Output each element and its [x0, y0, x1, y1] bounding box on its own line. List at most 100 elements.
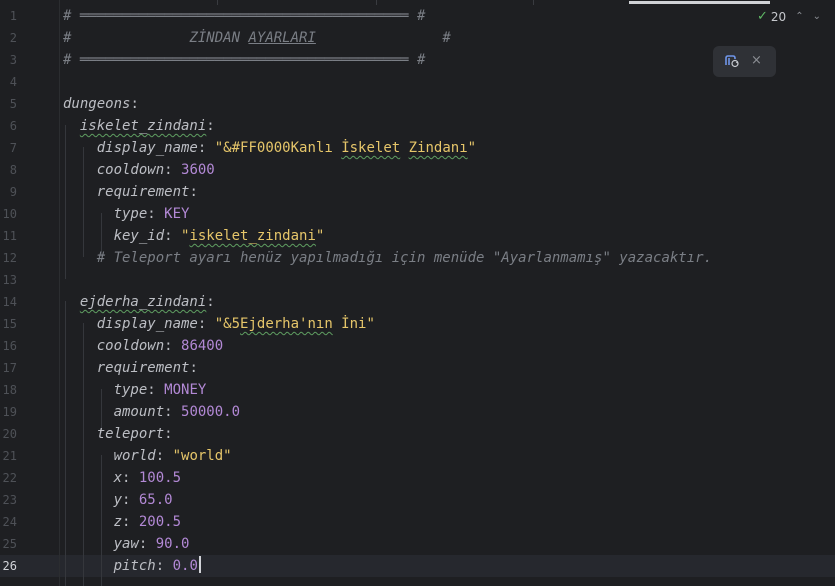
- active-tab-indicator[interactable]: [629, 1, 770, 4]
- code-line-25[interactable]: yaw: 90.0: [63, 533, 190, 555]
- chevron-down-icon[interactable]: ⌄: [813, 11, 821, 22]
- line-number-gutter[interactable]: 1 2 3 4 5 6 7 8 9 10 11 12 13 14 15 16 17 18 19 20 21 22 23 24 2…: [0, 0, 58, 586]
- line-number[interactable]: 19: [0, 401, 17, 423]
- code-line-6[interactable]: iskelet_zindani:: [63, 115, 215, 137]
- inspection-widget[interactable]: ✓ 20 ⌃ ⌄: [757, 9, 821, 24]
- line-number[interactable]: 3: [0, 49, 17, 71]
- tab-separator: [533, 0, 534, 5]
- text-cursor: [198, 556, 201, 573]
- line-number[interactable]: 21: [0, 445, 17, 467]
- line-number[interactable]: 18: [0, 379, 17, 401]
- inspection-count: 20: [770, 9, 787, 24]
- yaml-key: teleport: [96, 426, 165, 442]
- yaml-colon: :: [206, 294, 215, 310]
- yaml-colon: :: [147, 382, 165, 398]
- line-number[interactable]: 2: [0, 27, 17, 49]
- code-line-18[interactable]: type: MONEY: [63, 379, 207, 401]
- line-number[interactable]: 12: [0, 247, 17, 269]
- number-value: 65.0: [138, 492, 173, 508]
- code-line-3[interactable]: # ══════════════════════════════════════…: [63, 49, 425, 71]
- number-value: 50000.0: [181, 404, 241, 420]
- line-number[interactable]: 23: [0, 489, 17, 511]
- line-number[interactable]: 9: [0, 181, 17, 203]
- check-icon: ✓: [757, 9, 768, 24]
- yaml-key: x: [113, 470, 123, 486]
- line-number[interactable]: 17: [0, 357, 17, 379]
- line-number[interactable]: 13: [0, 269, 17, 291]
- string-value: &5: [223, 316, 241, 332]
- number-value: 3600: [181, 162, 215, 178]
- code-line-1[interactable]: # ══════════════════════════════════════…: [63, 5, 425, 27]
- code-line-26[interactable]: pitch: 0.0: [63, 555, 201, 577]
- yaml-colon: :: [122, 470, 139, 486]
- code-line-16[interactable]: cooldown: 86400: [63, 335, 223, 357]
- yaml-key: pitch: [113, 558, 156, 574]
- yaml-colon: :: [122, 514, 139, 530]
- yaml-colon: :: [206, 118, 215, 134]
- yaml-colon: :: [197, 140, 215, 156]
- string-value: İni: [332, 316, 367, 332]
- string-value: Ejderha'nın: [240, 316, 333, 332]
- refresh-icon[interactable]: [724, 54, 740, 68]
- code-line-11[interactable]: key_id: "iskelet_zindani": [63, 225, 325, 247]
- code-line-14[interactable]: ejderha_zindani:: [63, 291, 215, 313]
- code-line-12[interactable]: # Teleport ayarı henüz yapılmadığı için …: [63, 247, 712, 269]
- line-number[interactable]: 8: [0, 159, 17, 181]
- line-number[interactable]: 14: [0, 291, 17, 313]
- string-value: "world": [172, 448, 232, 464]
- gutter-divider: [59, 0, 60, 586]
- code-line-19[interactable]: amount: 50000.0: [63, 401, 240, 423]
- code-line-24[interactable]: z: 200.5: [63, 511, 181, 533]
- string-value: Kanlı: [290, 140, 342, 156]
- line-number[interactable]: 4: [0, 71, 17, 93]
- yaml-key: key_id: [113, 228, 165, 244]
- code-line-2[interactable]: # ZİNDAN AYARLARI #: [63, 27, 451, 49]
- line-number[interactable]: 24: [0, 511, 17, 533]
- line-number[interactable]: 5: [0, 93, 17, 115]
- string-quote: ": [467, 140, 477, 156]
- code-line-20[interactable]: teleport:: [63, 423, 173, 445]
- code-line-21[interactable]: world: "world": [63, 445, 232, 467]
- yaml-key: display_name: [96, 316, 198, 332]
- line-number[interactable]: 6: [0, 115, 17, 137]
- yaml-key: y: [113, 492, 123, 508]
- line-number[interactable]: 10: [0, 203, 17, 225]
- line-number[interactable]: 20: [0, 423, 17, 445]
- line-number[interactable]: 22: [0, 467, 17, 489]
- code-line-8[interactable]: cooldown: 3600: [63, 159, 215, 181]
- yaml-key: type: [113, 382, 148, 398]
- yaml-key: yaw: [113, 536, 139, 552]
- yaml-key: cooldown: [96, 338, 165, 354]
- comment-title: ZİNDAN: [189, 30, 249, 46]
- yaml-colon: :: [164, 338, 182, 354]
- string-quote: ": [366, 316, 375, 332]
- line-number[interactable]: 25: [0, 533, 17, 555]
- code-line-15[interactable]: display_name: "&5Ejderha'nın İni": [63, 313, 375, 335]
- comment-title: AYARLARI: [248, 30, 316, 46]
- code-line-7[interactable]: display_name: "&#FF0000Kanlı İskelet Zin…: [63, 137, 476, 159]
- line-number[interactable]: 16: [0, 335, 17, 357]
- code-line-17[interactable]: requirement:: [63, 357, 198, 379]
- yaml-colon: :: [147, 206, 165, 222]
- yaml-colon: :: [164, 426, 173, 442]
- number-value: 200.5: [138, 514, 182, 530]
- chevron-up-icon[interactable]: ⌃: [795, 11, 803, 22]
- line-number[interactable]: 11: [0, 225, 17, 247]
- yaml-key: ejderha_zindani: [79, 294, 207, 310]
- line-number[interactable]: 26: [0, 555, 17, 577]
- code-line-23[interactable]: y: 65.0: [63, 489, 173, 511]
- yaml-key: requirement: [96, 360, 190, 376]
- yaml-colon: :: [164, 162, 182, 178]
- yaml-key: iskelet_zindani: [79, 118, 207, 134]
- string-value: İskelet: [341, 140, 401, 156]
- close-icon[interactable]: ×: [751, 53, 762, 68]
- code-line-22[interactable]: x: 100.5: [63, 467, 181, 489]
- line-number[interactable]: 15: [0, 313, 17, 335]
- code-line-5[interactable]: dungeons:: [63, 93, 139, 115]
- line-number[interactable]: 1: [0, 5, 17, 27]
- string-value: iskelet_zindani: [189, 228, 316, 244]
- code-line-10[interactable]: type: KEY: [63, 203, 190, 225]
- line-number[interactable]: 7: [0, 137, 17, 159]
- code-line-9[interactable]: requirement:: [63, 181, 198, 203]
- yaml-colon: :: [138, 536, 156, 552]
